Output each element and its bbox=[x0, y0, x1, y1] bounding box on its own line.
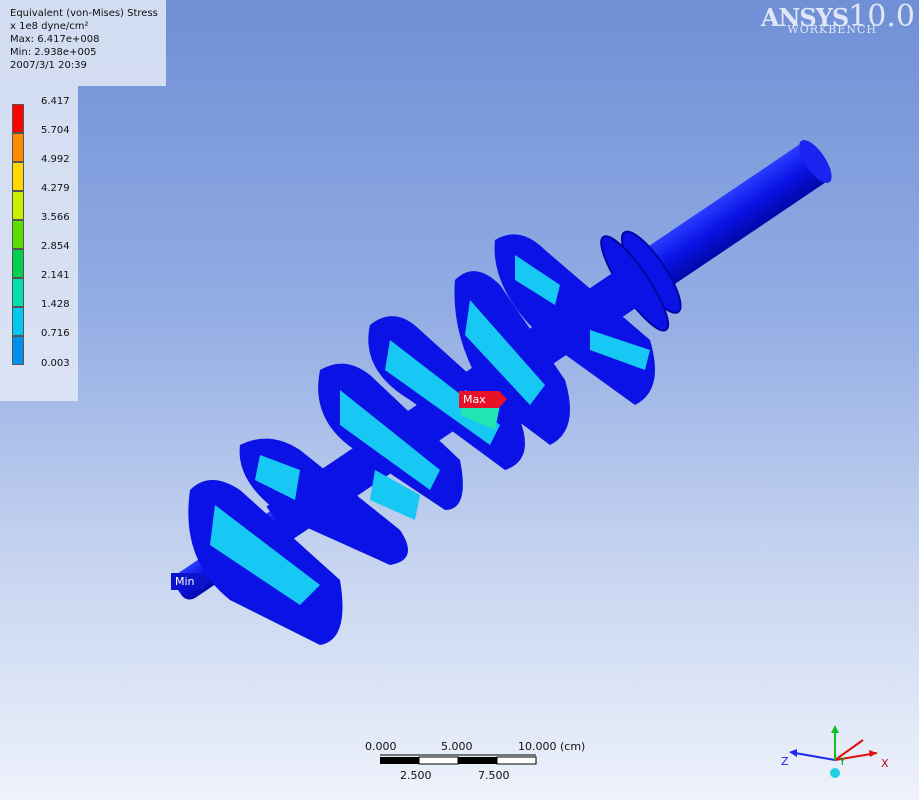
legend-swatch bbox=[12, 307, 24, 336]
crank-webs bbox=[188, 234, 655, 645]
shaft-end-right bbox=[641, 144, 827, 289]
result-title: Equivalent (von-Mises) Stress bbox=[10, 8, 158, 19]
scale-label: 7.500 bbox=[478, 769, 510, 782]
legend-value: 4.992 bbox=[41, 154, 70, 165]
legend-swatch bbox=[12, 249, 24, 278]
result-min: Min: 2.938e+005 bbox=[10, 47, 97, 58]
legend-swatch bbox=[12, 104, 24, 133]
scale-label: 5.000 bbox=[441, 740, 473, 753]
max-probe-label[interactable]: Max bbox=[459, 391, 507, 408]
axis-triad[interactable]: X Y Z bbox=[775, 715, 895, 795]
result-unit: x 1e8 dyne/cm² bbox=[10, 21, 89, 32]
triad-z-label: Z bbox=[781, 755, 789, 768]
ansys-logo: ANSYS10.0 WORKBENCH bbox=[761, 2, 915, 36]
graphics-viewport[interactable]: Equivalent (von-Mises) Stress x 1e8 dyne… bbox=[0, 0, 919, 800]
scale-label: 2.500 bbox=[400, 769, 432, 782]
result-max: Max: 6.417e+008 bbox=[10, 34, 100, 45]
triad-graphic: X Y Z bbox=[781, 725, 889, 778]
result-info-panel: Equivalent (von-Mises) Stress x 1e8 dyne… bbox=[0, 0, 166, 86]
legend-value: 1.428 bbox=[41, 299, 70, 310]
scale-label: 0.000 bbox=[365, 740, 397, 753]
scale-bar-graphic bbox=[380, 754, 537, 765]
max-probe-text: Max bbox=[463, 393, 486, 406]
legend-swatch bbox=[12, 278, 24, 307]
legend-swatch bbox=[12, 191, 24, 220]
legend-value: 2.141 bbox=[41, 270, 70, 281]
min-probe-label[interactable]: Min bbox=[171, 573, 211, 590]
legend-swatch bbox=[12, 162, 24, 191]
max-probe-pointer bbox=[499, 391, 507, 408]
legend-swatch bbox=[12, 220, 24, 249]
legend-value: 6.417 bbox=[41, 96, 70, 107]
legend-value: 2.854 bbox=[41, 241, 70, 252]
legend-value: 0.716 bbox=[41, 328, 70, 339]
legend-swatch bbox=[12, 336, 24, 365]
triad-y-label: Y bbox=[838, 755, 846, 768]
legend-value: 5.704 bbox=[41, 125, 70, 136]
legend-value: 0.003 bbox=[41, 358, 70, 369]
legend-value: 4.279 bbox=[41, 183, 70, 194]
result-timestamp: 2007/3/1 20:39 bbox=[10, 60, 87, 71]
legend-value: 3.566 bbox=[41, 212, 70, 223]
scale-label: 10.000 (cm) bbox=[518, 740, 586, 753]
min-probe-text: Min bbox=[175, 575, 195, 588]
legend-swatch bbox=[12, 133, 24, 162]
triad-x-label: X bbox=[881, 757, 889, 770]
color-legend: 6.417 5.704 4.992 4.279 3.566 2.854 2.14… bbox=[0, 86, 78, 401]
min-probe-pointer bbox=[203, 573, 211, 590]
scale-bar: 0.000 5.000 10.000 (cm) 2.500 7.500 bbox=[360, 740, 590, 790]
